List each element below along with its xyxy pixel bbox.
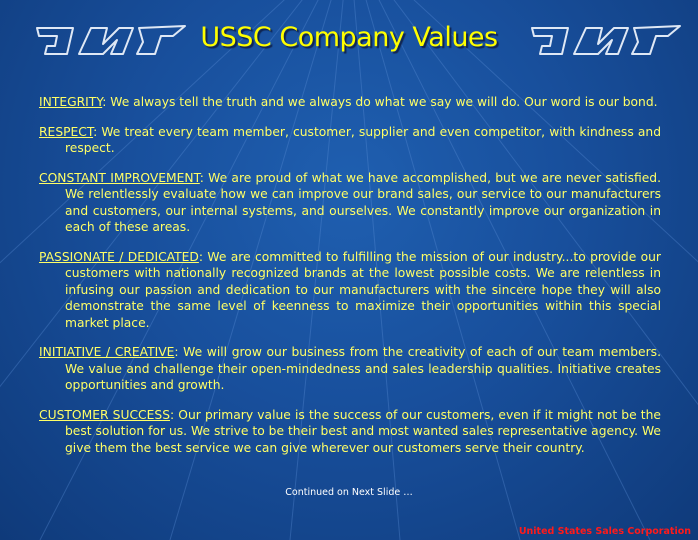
value-text: : We treat every team member, customer, …	[65, 124, 661, 156]
value-constant-improvement: CONSTANT IMPROVEMENT: We are proud of wh…	[39, 170, 661, 236]
value-name: INITIATIVE / CREATIVE	[39, 345, 175, 359]
value-name: INTEGRITY	[39, 95, 103, 109]
value-name: RESPECT	[39, 124, 94, 139]
value-initiative-creative: INITIATIVE / CREATIVE: We will grow our …	[39, 344, 661, 394]
value-integrity: INTEGRITY: We always tell the truth and …	[39, 94, 661, 111]
wings-logo-icon	[531, 25, 681, 55]
value-passionate-dedicated: PASSIONATE / DEDICATED: We are committed…	[39, 249, 661, 332]
value-name: CONSTANT IMPROVEMENT	[39, 170, 200, 185]
value-text: : We always tell the truth and we always…	[102, 95, 658, 109]
value-customer-success: CUSTOMER SUCCESS: Our primary value is t…	[39, 407, 661, 457]
company-footer: United States Sales Corporation	[518, 526, 691, 537]
values-list: INTEGRITY: We always tell the truth and …	[39, 94, 661, 469]
value-respect: RESPECT: We treat every team member, cus…	[39, 124, 661, 157]
continued-note: Continued on Next Slide …	[285, 487, 413, 498]
value-name: PASSIONATE / DEDICATED	[39, 249, 199, 264]
value-name: CUSTOMER SUCCESS	[39, 407, 171, 422]
